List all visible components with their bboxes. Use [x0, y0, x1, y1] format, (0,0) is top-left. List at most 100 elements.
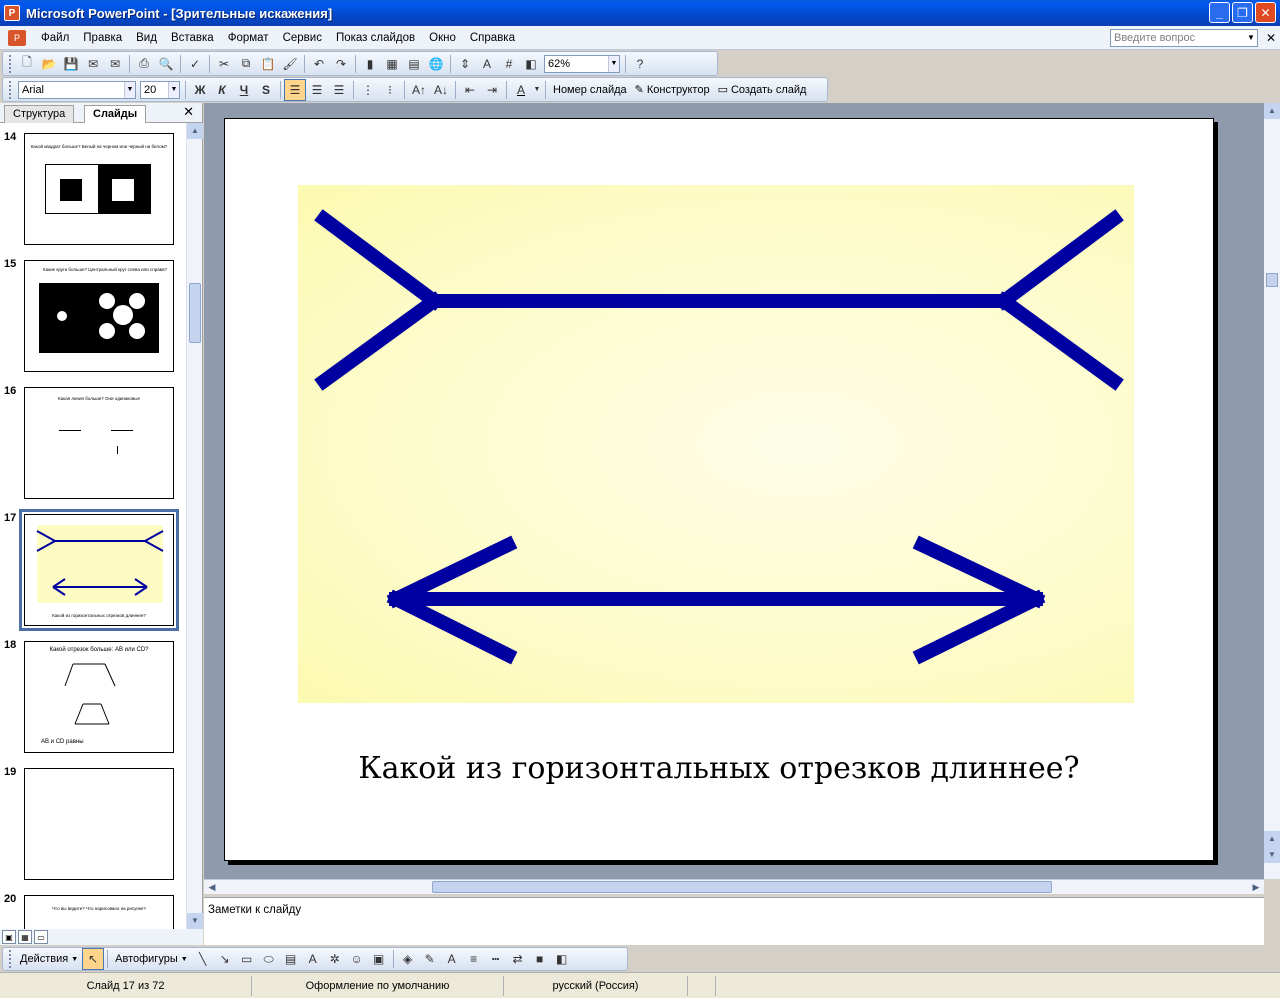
slideshow-icon[interactable]: ▭	[34, 930, 48, 944]
undo-icon[interactable]: ↶	[308, 53, 330, 75]
slide-thumbnail[interactable]	[24, 768, 174, 880]
new-slide-button[interactable]: ▭ Создать слайд	[714, 83, 811, 97]
show-formatting-icon[interactable]: A	[476, 53, 498, 75]
close-button[interactable]: ✕	[1255, 2, 1276, 23]
shadow-style-icon[interactable]: ■	[529, 948, 551, 970]
increase-font-icon[interactable]: A↑	[408, 79, 430, 101]
slide-thumbnail[interactable]: Какой квадрат больше? Белый на черном ил…	[24, 133, 174, 245]
font-color-icon[interactable]: A	[441, 948, 463, 970]
scroll-thumb[interactable]	[432, 881, 1052, 893]
paste-icon[interactable]: 📋	[257, 53, 279, 75]
thumbnail-row[interactable]: 19	[0, 766, 186, 886]
chevron-down-icon[interactable]: ▼	[532, 79, 542, 101]
decrease-indent-icon[interactable]: ⇤	[459, 79, 481, 101]
font-color-icon[interactable]: A	[510, 79, 532, 101]
tab-slides[interactable]: Слайды	[84, 105, 147, 123]
menu-help[interactable]: Справка	[463, 32, 522, 44]
underline-button[interactable]: Ч	[233, 79, 255, 101]
document-close-icon[interactable]: ✕	[1266, 31, 1276, 45]
thumbnail-row[interactable]: 18 Какой отрезок больше: AB или CD? AB и…	[0, 639, 186, 759]
current-slide[interactable]: Какой из горизонтальных отрезков длиннее…	[224, 118, 1214, 861]
insert-table-icon[interactable]: ▦	[381, 53, 403, 75]
print-icon[interactable]: ⎙	[133, 53, 155, 75]
arrow-style-icon[interactable]: ⇄	[507, 948, 529, 970]
chevron-down-icon[interactable]: ▼	[168, 81, 179, 98]
restore-button[interactable]: ❐	[1232, 2, 1253, 23]
select-pointer-icon[interactable]: ↖	[82, 948, 105, 970]
align-left-icon[interactable]: ☰	[284, 78, 306, 101]
toolbar-grip[interactable]	[9, 80, 12, 99]
scroll-down-icon[interactable]: ▼	[187, 913, 203, 929]
italic-button[interactable]: К	[211, 79, 233, 101]
wordart-icon[interactable]: A	[302, 948, 324, 970]
line-color-icon[interactable]: ✎	[419, 948, 441, 970]
scroll-up-icon[interactable]: ▲	[187, 123, 203, 139]
zoom-combo[interactable]: 62% ▼	[544, 54, 620, 73]
color-grayscale-icon[interactable]: ◧	[520, 53, 542, 75]
oval-icon[interactable]: ⬭	[258, 948, 280, 970]
print-preview-icon[interactable]: 🔍	[155, 53, 177, 75]
permission-icon[interactable]: ✉	[82, 53, 104, 75]
cut-icon[interactable]: ✂	[213, 53, 235, 75]
align-right-icon[interactable]: ☰	[328, 79, 350, 101]
dash-style-icon[interactable]: ┅	[485, 948, 507, 970]
menu-insert[interactable]: Вставка	[164, 32, 221, 44]
menu-edit[interactable]: Правка	[76, 32, 129, 44]
thumbnail-row[interactable]: 20 Что вы видите? Что нарисовано на рису…	[0, 893, 186, 929]
redo-icon[interactable]: ↷	[330, 53, 352, 75]
illusion-picture[interactable]	[298, 185, 1134, 703]
autoshapes-menu[interactable]: Автофигуры ▼	[111, 953, 192, 965]
rectangle-icon[interactable]: ▭	[236, 948, 258, 970]
insert-chart-icon[interactable]: ▮	[359, 53, 381, 75]
thumbnail-row[interactable]: 14 Какой квадрат больше? Белый на черном…	[0, 131, 186, 251]
toolbar-grip[interactable]	[9, 54, 12, 73]
scroll-thumb[interactable]	[189, 283, 201, 343]
help-icon[interactable]: ?	[629, 53, 651, 75]
shadow-button[interactable]: S	[255, 79, 277, 101]
notes-pane[interactable]: Заметки к слайду	[204, 897, 1264, 945]
scroll-right-icon[interactable]: ▶	[1248, 880, 1264, 894]
slide-vertical-scrollbar[interactable]: ▲ ▲ ▼	[1264, 103, 1280, 879]
slide-thumbnail[interactable]: Что вы видите? Что нарисовано на рисунке…	[24, 895, 174, 929]
diagram-icon[interactable]: ✲	[324, 948, 346, 970]
chevron-down-icon[interactable]: ▼	[124, 81, 135, 98]
align-center-icon[interactable]: ☰	[306, 79, 328, 101]
document-icon[interactable]: P	[8, 29, 26, 46]
designer-button[interactable]: ✎ Конструктор	[631, 83, 714, 97]
decrease-font-icon[interactable]: A↓	[430, 79, 452, 101]
menu-tools[interactable]: Сервис	[276, 32, 329, 44]
email-icon[interactable]: ✉	[104, 53, 126, 75]
normal-view-icon[interactable]: ▣	[2, 930, 16, 944]
menu-window[interactable]: Окно	[422, 32, 463, 44]
bullets-icon[interactable]: ⁝	[379, 79, 401, 101]
slide-thumbnail[interactable]: Какая линия больше? Они одинаковые	[24, 387, 174, 499]
tables-borders-icon[interactable]: ▤	[403, 53, 425, 75]
increase-indent-icon[interactable]: ⇥	[481, 79, 503, 101]
chevron-down-icon[interactable]: ▼	[1245, 30, 1257, 46]
thumbnail-row[interactable]: 15 Какие круги больше? Центральный круг …	[0, 258, 186, 378]
tab-outline[interactable]: Структура	[4, 105, 75, 123]
hyperlink-icon[interactable]: 🌐	[425, 53, 447, 75]
open-icon[interactable]: 📂	[38, 53, 60, 75]
minimize-button[interactable]: _	[1209, 2, 1230, 23]
slide-sorter-icon[interactable]: ▦	[18, 930, 32, 944]
slide-thumbnail[interactable]: Какой отрезок больше: AB или CD? AB и CD…	[24, 641, 174, 753]
line-style-icon[interactable]: ≡	[463, 948, 485, 970]
scroll-thumb[interactable]	[1266, 273, 1278, 287]
toolbar-grip[interactable]	[9, 950, 12, 968]
show-grid-icon[interactable]: #	[498, 53, 520, 75]
scroll-up-icon[interactable]: ▲	[1264, 103, 1280, 119]
menu-file[interactable]: Файл	[34, 32, 76, 44]
new-icon[interactable]: 🗋	[16, 53, 38, 75]
arrow-icon[interactable]: ↘	[214, 948, 236, 970]
panel-close-icon[interactable]: ✕	[183, 104, 194, 120]
font-combo[interactable]: Arial ▼	[18, 80, 136, 99]
menu-view[interactable]: Вид	[129, 32, 164, 44]
slide-caption[interactable]: Какой из горизонтальных отрезков длиннее…	[225, 751, 1213, 786]
ask-question-input[interactable]: Введите вопрос ▼	[1110, 29, 1258, 47]
line-icon[interactable]: ╲	[192, 948, 214, 970]
copy-icon[interactable]: ⧉	[235, 53, 257, 75]
bold-button[interactable]: Ж	[189, 79, 211, 101]
3d-style-icon[interactable]: ◧	[551, 948, 573, 970]
font-size-combo[interactable]: 20 ▼	[140, 80, 180, 99]
